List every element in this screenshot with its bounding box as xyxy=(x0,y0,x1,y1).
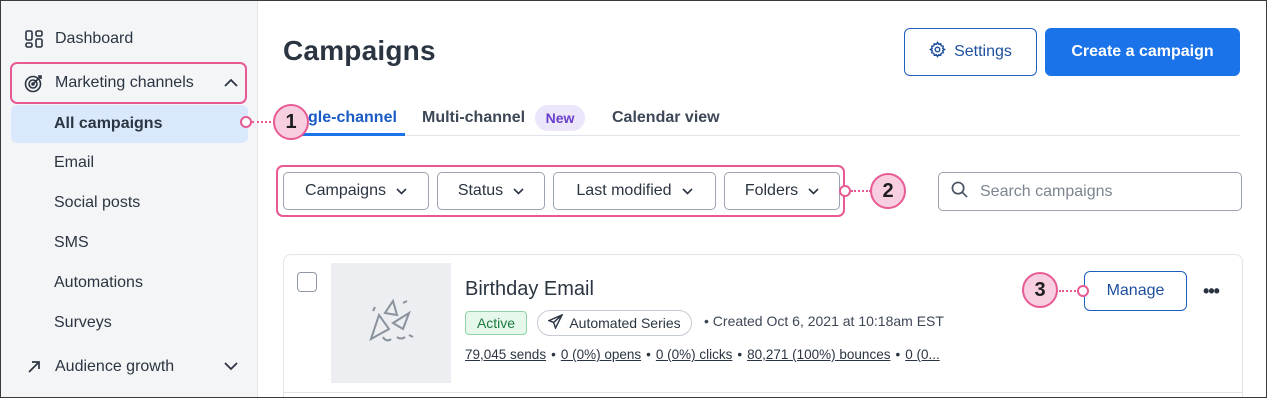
status-filter-dropdown[interactable]: Status xyxy=(437,172,545,210)
campaign-thumbnail xyxy=(331,263,451,383)
callout-2-line xyxy=(851,190,871,192)
app-frame: Dashboard Marketing channels All campaig… xyxy=(0,0,1267,398)
filter-label: Folders xyxy=(744,182,799,199)
chevron-down-icon xyxy=(513,182,524,200)
sidebar-item-audience-growth[interactable]: Audience growth xyxy=(11,349,248,385)
sidebar-item-social-posts[interactable]: Social posts xyxy=(11,184,248,222)
chevron-down-icon xyxy=(396,182,407,200)
campaign-type-label: Automated Series xyxy=(569,315,681,331)
stat-separator: • xyxy=(646,347,651,362)
manage-button[interactable]: Manage xyxy=(1084,271,1187,311)
callout-3-anchor xyxy=(1077,285,1089,297)
more-stats-link[interactable]: 0 (0... xyxy=(905,347,940,362)
campaign-checkbox[interactable] xyxy=(297,272,317,292)
callout-2: 2 xyxy=(870,173,906,209)
stat-separator: • xyxy=(895,347,901,362)
campaign-stats: 79,045 sends • 0 (0%) opens • 0 (0%) clicks •… xyxy=(465,347,940,362)
callout-3-line xyxy=(1059,290,1079,292)
search-input[interactable] xyxy=(980,182,1220,201)
automated-series-badge: Automated Series xyxy=(537,310,692,336)
filter-label: Campaigns xyxy=(305,182,386,199)
tabs-divider xyxy=(283,135,1240,136)
campaigns-filter-dropdown[interactable]: Campaigns xyxy=(283,172,429,210)
arrow-up-right-icon xyxy=(23,356,45,378)
search-icon xyxy=(951,181,968,203)
stat-separator: • xyxy=(737,347,743,362)
chevron-down-icon xyxy=(682,182,693,200)
callout-2-anchor xyxy=(839,185,851,197)
highlight-box-marketing-channels xyxy=(10,62,247,104)
status-badge: Active xyxy=(465,311,527,335)
sidebar-item-label: Surveys xyxy=(54,314,112,331)
sidebar: Dashboard Marketing channels All campaig… xyxy=(1,1,258,397)
tab-calendar-view[interactable]: Calendar view xyxy=(612,109,720,137)
party-popper-icon xyxy=(363,293,419,354)
sidebar-item-label: Email xyxy=(54,154,95,171)
sidebar-item-all-campaigns[interactable]: All campaigns xyxy=(11,105,248,143)
last-modified-filter-dropdown[interactable]: Last modified xyxy=(553,172,716,210)
sidebar-item-label: Automations xyxy=(54,274,143,291)
page-title: Campaigns xyxy=(283,35,436,66)
sidebar-item-email[interactable]: Email xyxy=(11,144,248,182)
tab-multi-channel[interactable]: Multi-channel xyxy=(422,109,525,137)
settings-button[interactable]: Settings xyxy=(904,28,1037,76)
card-divider xyxy=(283,392,1243,393)
create-campaign-button[interactable]: Create a campaign xyxy=(1045,28,1240,76)
callout-1-anchor xyxy=(240,116,252,128)
paper-plane-icon xyxy=(547,313,564,332)
more-options-icon[interactable]: ••• xyxy=(1199,279,1223,303)
sidebar-item-dashboard[interactable]: Dashboard xyxy=(11,21,248,57)
sidebar-item-sms[interactable]: SMS xyxy=(11,224,248,262)
campaign-title[interactable]: Birthday Email xyxy=(465,278,594,301)
sidebar-item-label: All campaigns xyxy=(54,115,163,132)
stat-separator: • xyxy=(551,347,556,362)
sidebar-item-label: SMS xyxy=(54,234,89,251)
folders-filter-dropdown[interactable]: Folders xyxy=(724,172,840,210)
callout-1-line xyxy=(252,121,275,123)
opens-link[interactable]: 0 (0%) opens xyxy=(561,347,641,362)
dashboard-icon xyxy=(23,28,45,50)
chevron-down-icon xyxy=(224,358,238,376)
clicks-link[interactable]: 0 (0%) clicks xyxy=(656,347,733,362)
filter-label: Status xyxy=(457,182,504,199)
filter-label: Last modified xyxy=(576,182,672,199)
sidebar-item-label: Dashboard xyxy=(55,30,134,47)
sidebar-item-label: Audience growth xyxy=(55,358,175,375)
settings-label: Settings xyxy=(954,43,1012,60)
sidebar-item-label: Social posts xyxy=(54,194,141,211)
chevron-down-icon xyxy=(808,182,819,200)
callout-3: 3 xyxy=(1022,272,1058,308)
sends-link[interactable]: 79,045 sends xyxy=(465,347,546,362)
gear-icon xyxy=(929,41,947,63)
search-box[interactable] xyxy=(938,172,1242,211)
created-date: • Created Oct 6, 2021 at 10:18am EST xyxy=(704,313,944,329)
bounces-link[interactable]: 80,271 (100%) bounces xyxy=(747,347,890,362)
sidebar-item-automations[interactable]: Automations xyxy=(11,264,248,302)
sidebar-item-surveys[interactable]: Surveys xyxy=(11,304,248,342)
new-badge: New xyxy=(535,105,585,131)
callout-1: 1 xyxy=(273,104,309,140)
